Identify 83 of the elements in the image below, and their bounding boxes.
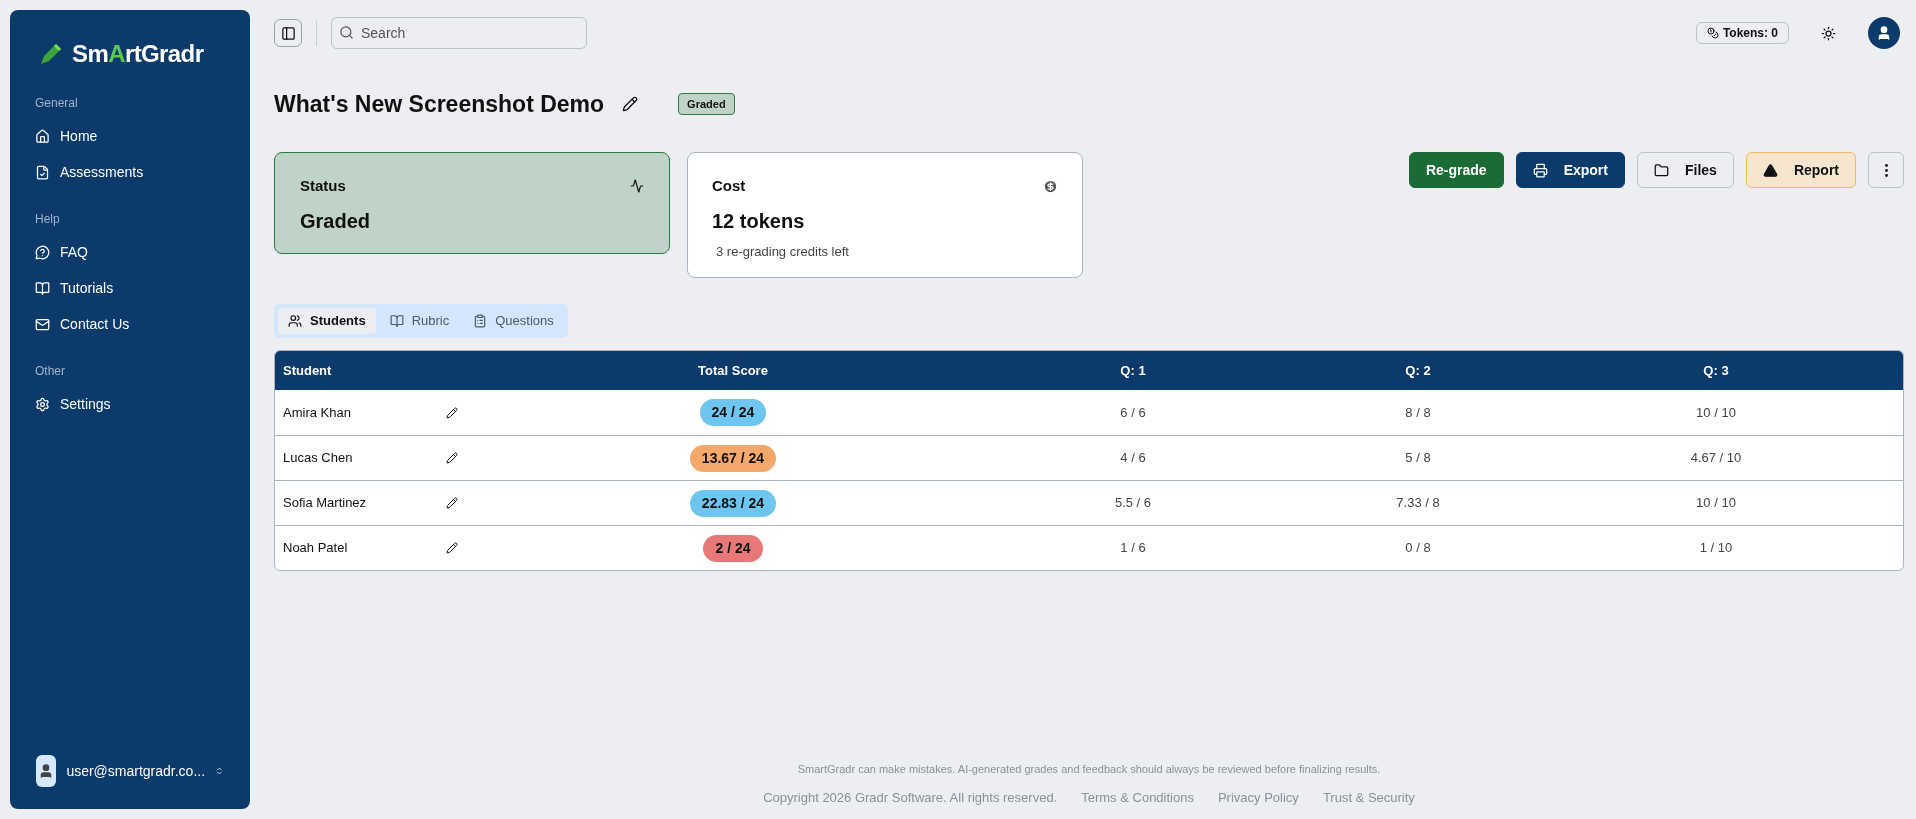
student-name: Noah Patel	[283, 539, 349, 558]
tab[interactable]: Rubric	[379, 308, 460, 334]
student-name: Lucas Chen	[283, 449, 354, 468]
section-heading: Other	[34, 363, 66, 380]
action-button[interactable]: Export	[1515, 152, 1625, 188]
search-icon	[339, 25, 354, 40]
sidebar-item[interactable]: Tutorials	[10, 270, 250, 306]
user-avatar-icon	[36, 755, 57, 787]
column-header: Q: 1	[1120, 361, 1146, 380]
sidebar-toggle-button[interactable]	[274, 19, 302, 47]
dollar-icon	[1043, 178, 1058, 194]
tokens-badge[interactable]: Tokens: 0	[1695, 22, 1789, 44]
book-icon	[35, 280, 50, 296]
column-header: Student	[282, 361, 332, 380]
table-cell-text: 8 / 8	[1405, 403, 1431, 422]
column-header: Q: 3	[1703, 361, 1729, 380]
sidebar-item[interactable]: Settings	[10, 386, 250, 422]
table-cell-text: 4 / 6	[1120, 449, 1146, 468]
student-name: Amira Khan	[283, 403, 352, 422]
clipboard-icon	[473, 314, 488, 328]
table-cell-text: 10 / 10	[1696, 494, 1736, 513]
users-icon	[288, 314, 302, 328]
score-pill: 22.83 / 24	[689, 489, 777, 517]
pen-logo-icon	[38, 41, 64, 67]
card-label: Status	[300, 176, 346, 196]
card-value: Graded	[300, 208, 372, 234]
table-cell-text: 0 / 8	[1405, 539, 1431, 558]
more-icon	[1884, 163, 1888, 177]
edit-icon[interactable]	[446, 497, 458, 509]
settings-icon	[35, 396, 50, 412]
table-cell-text: 4.67 / 10	[1690, 449, 1742, 468]
chat-question-icon	[35, 244, 50, 260]
column-header: Q: 2	[1405, 361, 1431, 380]
score-pill: 13.67 / 24	[689, 444, 777, 472]
disclaimer-text: SmartGradr can make mistakes. AI-generated grades and feedback should always be reviewed before finalizing results.	[797, 762, 1381, 777]
edit-icon[interactable]	[446, 406, 458, 419]
edit-icon[interactable]	[446, 542, 458, 554]
score-pill: 2 / 24	[703, 534, 763, 562]
section-heading: General	[34, 95, 79, 112]
sidebar-panel-icon	[280, 25, 296, 41]
edit-icon[interactable]	[446, 452, 458, 464]
home-icon	[35, 128, 50, 144]
tab[interactable]: Students	[278, 308, 376, 334]
book-icon	[389, 314, 404, 328]
student-name: Sofia Martinez	[283, 494, 368, 513]
folder-icon	[1653, 162, 1669, 178]
user-email: user@smartgradr.co...	[66, 761, 206, 781]
table-cell-text: 1 / 6	[1120, 539, 1146, 558]
mail-icon	[35, 316, 50, 332]
section-heading: Help	[34, 211, 61, 228]
sidebar-item[interactable]: Contact Us	[10, 306, 250, 342]
theme-toggle-icon[interactable]	[1821, 25, 1836, 41]
edit-icon[interactable]	[622, 96, 639, 112]
user-menu[interactable]: user@smartgradr.co...	[26, 749, 234, 793]
action-button[interactable]: Files	[1636, 152, 1734, 188]
sidebar-item[interactable]: FAQ	[10, 234, 250, 270]
table-cell-text: 10 / 10	[1696, 403, 1736, 422]
table-cell-text: 1 / 10	[1699, 539, 1733, 558]
document-check-icon	[35, 164, 50, 180]
warning-icon	[1762, 162, 1778, 178]
table-cell-text: 5.5 / 6	[1114, 494, 1152, 513]
action-button[interactable]: Re-grade	[1408, 152, 1504, 188]
pulse-icon	[630, 179, 644, 194]
table-cell-text: 7.33 / 8	[1396, 494, 1440, 513]
more-button[interactable]	[1868, 152, 1904, 188]
page-title: What's New Screenshot Demo	[274, 89, 605, 119]
status-badge: Graded	[678, 92, 735, 116]
column-header: Total Score	[698, 361, 768, 380]
table-cell-text: 5 / 8	[1405, 449, 1431, 468]
card-note: 3 re-grading credits left	[715, 242, 850, 261]
profile-avatar-icon[interactable]	[1868, 17, 1900, 49]
search-field[interactable]: Search	[331, 17, 587, 49]
card-value: 12 tokens	[712, 208, 806, 234]
table-cell-text: 6 / 6	[1120, 403, 1146, 422]
tab[interactable]: Questions	[463, 308, 564, 334]
card-label: Cost	[712, 176, 746, 196]
score-pill: 24 / 24	[699, 399, 767, 426]
logo-text: SmArtGradr	[72, 39, 204, 69]
action-button[interactable]: Report	[1745, 152, 1856, 188]
sidebar-item[interactable]: Assessments	[10, 154, 250, 190]
copyright-text: Copyright 2026 Gradr Software. All rights reserved.	[763, 788, 1058, 807]
sidebar-item[interactable]: Home	[10, 118, 250, 154]
printer-icon	[1532, 162, 1548, 178]
